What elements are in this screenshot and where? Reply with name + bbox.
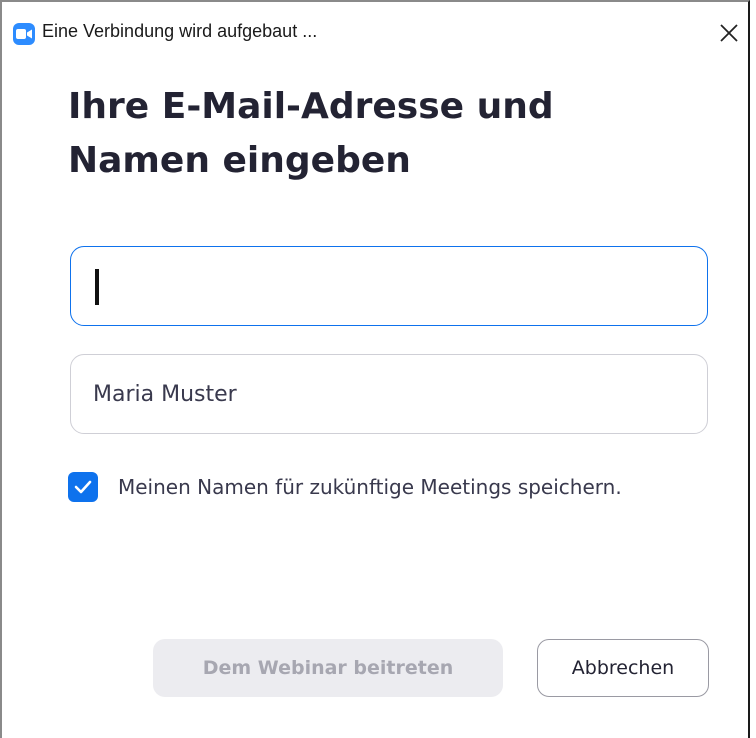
remember-name-checkbox[interactable] — [68, 472, 98, 502]
text-caret — [95, 269, 99, 305]
close-icon — [720, 24, 738, 42]
remember-name-label: Meinen Namen für zukünftige Meetings spe… — [118, 475, 622, 499]
email-input[interactable] — [93, 247, 683, 325]
page-title: Ihre E-Mail-Adresse und Namen eingeben — [68, 86, 554, 181]
name-input[interactable] — [93, 355, 683, 433]
remember-name-option[interactable]: Meinen Namen für zukünftige Meetings spe… — [68, 470, 622, 504]
checkmark-icon — [74, 480, 92, 494]
email-field[interactable] — [70, 246, 708, 326]
title-bar: Eine Verbindung wird aufgebaut ... — [2, 2, 748, 58]
window-title: Eine Verbindung wird aufgebaut ... — [42, 21, 318, 41]
name-field[interactable] — [70, 354, 708, 434]
join-dialog-window: Eine Verbindung wird aufgebaut ... Ihre … — [0, 0, 750, 738]
join-webinar-button[interactable]: Dem Webinar beitreten — [153, 639, 503, 697]
cancel-button[interactable]: Abbrechen — [537, 639, 709, 697]
close-button[interactable] — [710, 16, 748, 50]
zoom-video-icon — [13, 23, 35, 45]
